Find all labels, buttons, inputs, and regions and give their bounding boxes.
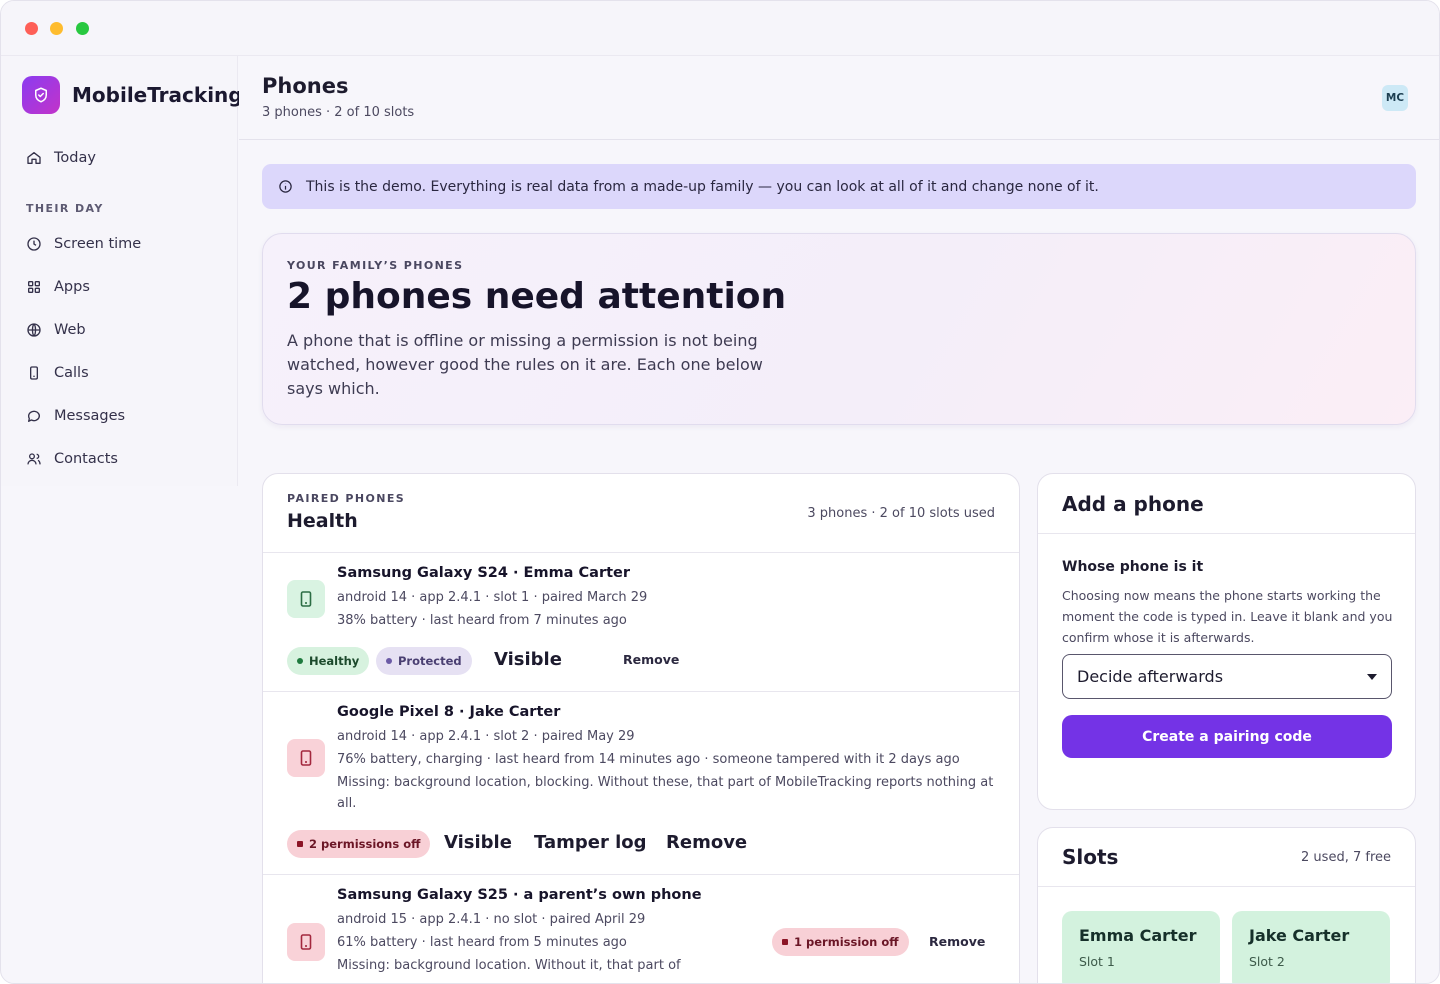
sidebar-item-label: Apps: [54, 279, 90, 295]
sidebar: MobileTracking Today THEIR DAY Screen ti…: [1, 56, 243, 486]
status-badge-healthy: Healthy: [287, 647, 370, 675]
sidebar-item-calls[interactable]: Calls: [26, 365, 89, 381]
phone-icon: [30, 366, 38, 380]
remove-button[interactable]: Remove: [666, 832, 747, 853]
sidebar-item-web[interactable]: Web: [26, 322, 86, 338]
sidebar-item-label: Calls: [54, 365, 89, 381]
owner-field-help: Choosing now means the phone starts work…: [1062, 588, 1393, 645]
owner-field-label: Whose phone is it: [1062, 559, 1204, 575]
slot-owner-name: Emma Carter: [1079, 926, 1197, 945]
demo-banner: This is the demo. Everything is real dat…: [262, 164, 1416, 209]
slots-count: 2 used, 7 free: [1301, 850, 1391, 865]
brand[interactable]: MobileTracking: [22, 76, 243, 114]
slot-number: Slot 2: [1249, 954, 1285, 969]
slots-title: Slots: [1062, 845, 1119, 869]
phones-card-header: PAIRED PHONES Health 3 phones · 2 of 10 …: [263, 474, 1019, 553]
phone-meta-status: 76% battery, charging · last heard from …: [337, 752, 960, 767]
sidebar-item-today[interactable]: Today: [26, 150, 96, 166]
phone-meta-device: android 14 · app 2.4.1 · slot 1 · paired…: [337, 590, 648, 605]
main-content: Phones 3 phones · 2 of 10 slots MC This …: [239, 56, 1439, 983]
page-header: Phones 3 phones · 2 of 10 slots MC: [239, 56, 1439, 140]
avatar[interactable]: MC: [1382, 85, 1408, 111]
shield-logo-icon: [22, 76, 60, 114]
remove-button[interactable]: Remove: [623, 652, 679, 667]
status-badge-permissions: 1 permission off: [772, 928, 909, 956]
attention-hero: YOUR FAMILY’S PHONES 2 phones need atten…: [262, 233, 1416, 425]
home-icon: [27, 152, 41, 164]
sidebar-item-apps[interactable]: Apps: [26, 279, 90, 295]
hero-description: A phone that is offline or missing a per…: [287, 331, 763, 398]
phone-missing-permissions: Missing: background location. Without it…: [337, 958, 681, 973]
phone-name: Samsung Galaxy S25 · a parent’s own phon…: [337, 887, 702, 903]
apps-grid-icon: [27, 281, 40, 293]
slot-number: Slot 1: [1079, 954, 1115, 969]
owner-select[interactable]: Decide afterwards: [1062, 654, 1392, 699]
sidebar-item-label: Web: [54, 322, 86, 338]
contacts-icon: [27, 453, 41, 465]
message-bubble-icon: [27, 410, 40, 422]
sidebar-item-label: Today: [54, 150, 96, 166]
tamper-log-link[interactable]: Tamper log: [534, 832, 647, 853]
demo-banner-text: This is the demo. Everything is real dat…: [306, 178, 1099, 195]
divider: [1038, 886, 1415, 887]
sidebar-item-contacts[interactable]: Contacts: [26, 451, 118, 467]
phone-name: Samsung Galaxy S24 · Emma Carter: [337, 565, 631, 581]
phones-count: 3 phones · 2 of 10 slots used: [807, 506, 995, 521]
slot-card[interactable]: Emma Carter Slot 1: [1062, 911, 1220, 983]
brand-name: MobileTracking: [72, 83, 243, 107]
create-pairing-code-button[interactable]: Create a pairing code: [1062, 715, 1392, 758]
phone-meta-status: 38% battery · last heard from 7 minutes …: [337, 613, 627, 628]
add-phone-card: Add a phone Whose phone is it Choosing n…: [1037, 473, 1416, 810]
phone-row-jake: Google Pixel 8 · Jake Carter android 14 …: [263, 692, 1019, 875]
phones-card-title: Health: [287, 510, 358, 532]
phone-device-icon: [287, 923, 325, 961]
info-icon: [279, 180, 292, 193]
sidebar-section-label: THEIR DAY: [26, 202, 104, 215]
page-subtitle: 3 phones · 2 of 10 slots: [262, 105, 415, 120]
phone-missing-permissions: Missing: background location, blocking. …: [337, 775, 994, 811]
page-title: Phones: [262, 74, 349, 98]
status-badge-protected: Protected: [376, 647, 472, 675]
phones-eyebrow: PAIRED PHONES: [287, 492, 406, 505]
sidebar-item-label: Contacts: [54, 451, 118, 467]
paired-phones-card: PAIRED PHONES Health 3 phones · 2 of 10 …: [262, 473, 1020, 983]
phone-row-emma: Samsung Galaxy S24 · Emma Carter android…: [263, 553, 1019, 692]
close-window-button[interactable]: [25, 22, 38, 35]
slot-card[interactable]: Jake Carter Slot 2: [1232, 911, 1390, 983]
sidebar-item-label: Screen time: [54, 236, 142, 252]
visible-link[interactable]: Visible: [494, 649, 562, 670]
minimize-window-button[interactable]: [50, 22, 63, 35]
title-bar: [1, 1, 1439, 56]
hero-title: 2 phones need attention: [287, 276, 787, 317]
app-window: MobileTracking Today THEIR DAY Screen ti…: [0, 0, 1440, 984]
sidebar-item-screen-time[interactable]: Screen time: [26, 236, 141, 252]
visible-link[interactable]: Visible: [444, 832, 512, 853]
remove-button[interactable]: Remove: [929, 934, 985, 949]
phone-device-icon: [287, 739, 325, 777]
status-badge-permissions: 2 permissions off: [287, 830, 431, 858]
phone-name: Google Pixel 8 · Jake Carter: [337, 704, 561, 720]
slot-owner-name: Jake Carter: [1249, 926, 1350, 945]
hero-eyebrow: YOUR FAMILY’S PHONES: [287, 259, 464, 272]
phone-row-parent: Samsung Galaxy S25 · a parent’s own phon…: [263, 875, 1019, 983]
owner-select-value: Decide afterwards: [1077, 667, 1224, 686]
chevron-down-icon: [1367, 674, 1377, 680]
globe-icon: [27, 323, 41, 337]
phone-meta-device: android 15 · app 2.4.1 · no slot · paire…: [337, 912, 646, 927]
maximize-window-button[interactable]: [76, 22, 89, 35]
add-phone-title: Add a phone: [1062, 492, 1204, 516]
sidebar-item-messages[interactable]: Messages: [26, 408, 125, 424]
clock-icon: [27, 237, 41, 251]
phone-device-icon: [287, 580, 325, 618]
divider: [1038, 533, 1415, 534]
slots-card: Slots 2 used, 7 free Emma Carter Slot 1 …: [1037, 827, 1416, 983]
sidebar-item-label: Messages: [54, 408, 126, 424]
phone-meta-device: android 14 · app 2.4.1 · slot 2 · paired…: [337, 729, 635, 744]
